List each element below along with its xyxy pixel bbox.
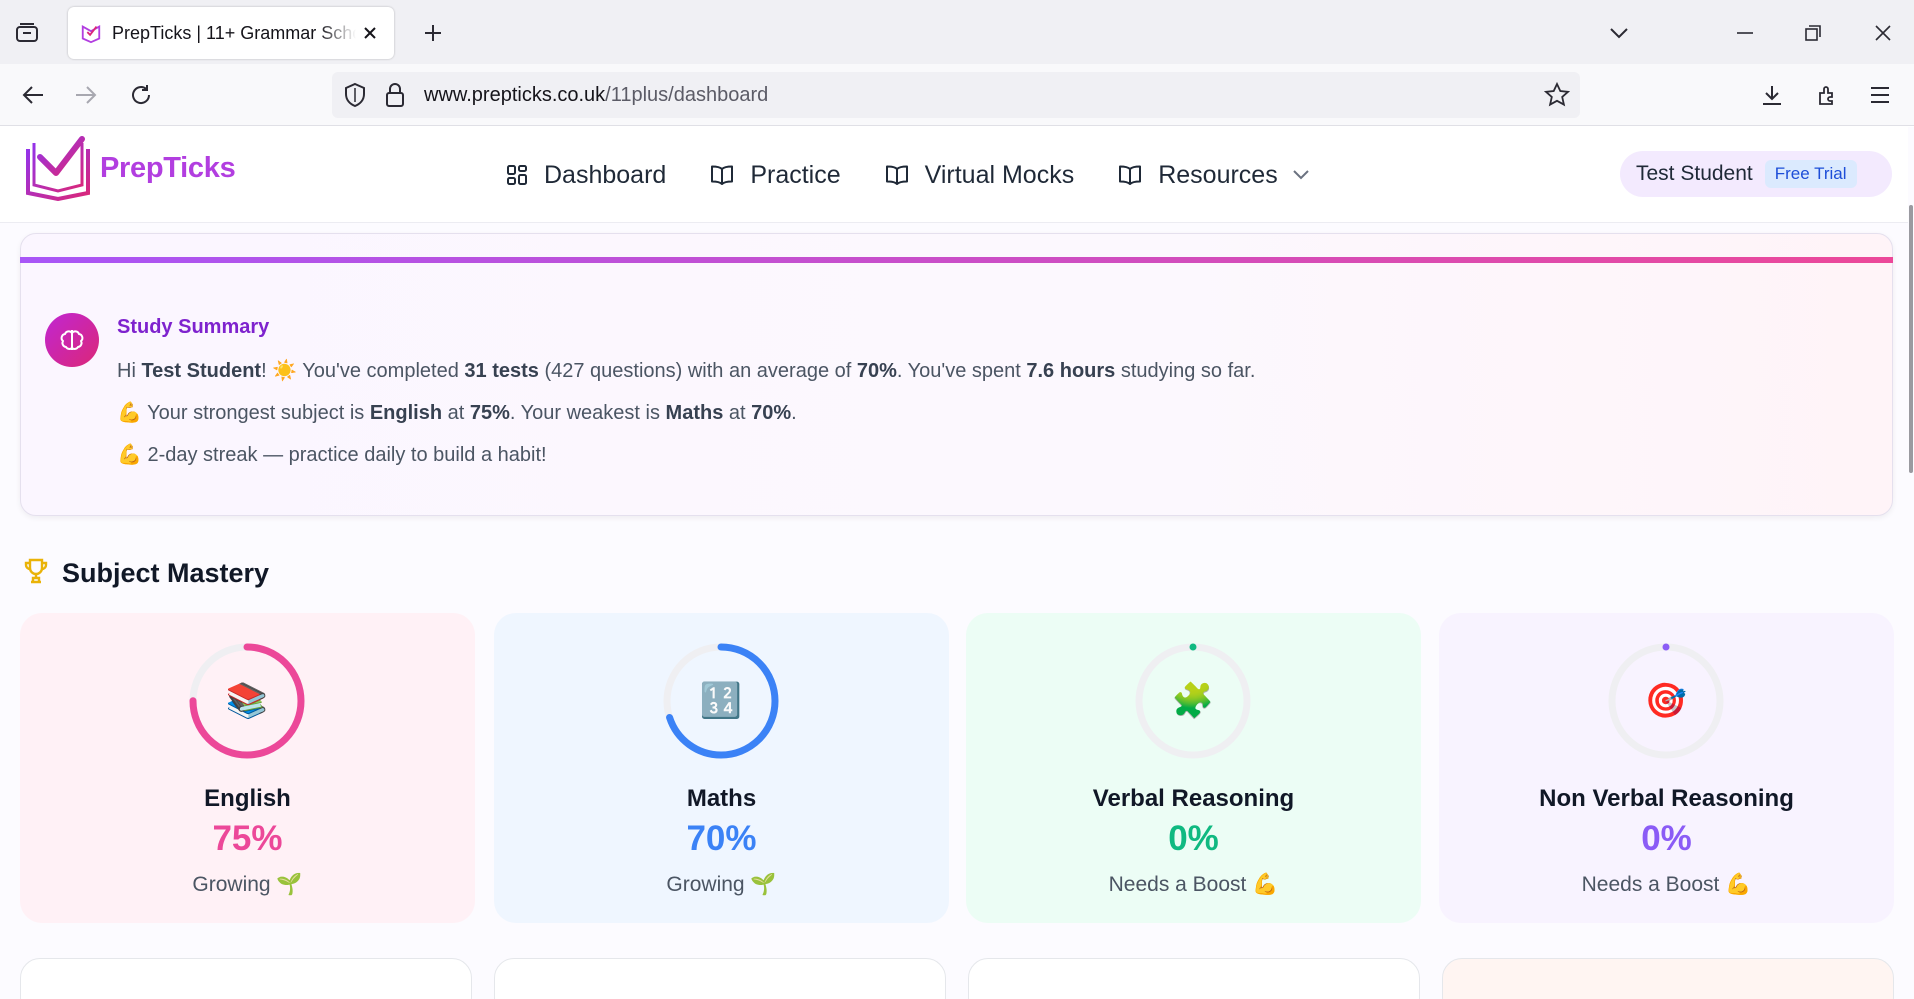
nav-practice-label: Practice [750,160,841,189]
lock-icon[interactable] [384,82,406,113]
nav-dashboard-label: Dashboard [544,160,667,189]
summary-line-3: 💪 2-day streak — practice daily to build… [117,444,547,466]
subject-percent: 0% [1168,819,1219,858]
extensions-icon[interactable] [1810,77,1846,113]
browser-tab-bar: PrepTicks | 11+ Grammar School [0,0,1914,64]
subject-icon: 🧩 [1171,681,1215,721]
progress-ring: 🧩 [1133,641,1253,761]
subject-icon: 🎯 [1644,681,1688,721]
nav-virtual-mocks[interactable]: Virtual Mocks [885,153,1075,197]
site-logo[interactable]: PrepTicks [24,135,236,201]
tracking-shield-icon[interactable] [342,82,368,113]
book-icon [710,164,734,186]
nav-resources-label: Resources [1158,160,1278,189]
url-text[interactable]: www.prepticks.co.uk/11plus/dashboard [424,84,768,107]
user-menu[interactable]: Test Student Free Trial [1620,151,1892,197]
free-trial-badge: Free Trial [1764,160,1857,188]
progress-ring: 🔢 [661,641,781,761]
browser-tab[interactable]: PrepTicks | 11+ Grammar School [68,7,394,59]
chevron-down-icon[interactable] [1602,16,1636,50]
brain-icon [45,313,99,367]
url-host: www.prepticks.co.uk [424,84,606,106]
bottom-card-3 [968,958,1420,999]
subject-status: Needs a Boost 💪 [1108,873,1279,896]
bottom-card-4 [1442,958,1894,999]
restore-icon[interactable] [1796,16,1830,50]
downloads-icon[interactable] [1754,77,1790,113]
bottom-card-1 [20,958,472,999]
subject-status: Needs a Boost 💪 [1581,873,1752,896]
progress-ring: 📚 [187,641,307,761]
summary-accent-bar [20,257,1893,263]
book-icon [1118,164,1142,186]
subject-percent: 0% [1641,819,1692,858]
trophy-icon [22,557,50,590]
summary-line-1: Hi Test Student! ☀️ You've completed 31 … [117,360,1256,382]
tab-list-icon[interactable] [10,16,44,50]
subject-status: Growing 🌱 [666,873,777,896]
chevron-down-icon[interactable] [1292,169,1310,181]
url-path: /11plus/dashboard [605,84,769,106]
logo-text: PrepTicks [100,151,236,184]
new-tab-icon[interactable] [418,18,448,48]
book-icon [885,164,909,186]
site-header: PrepTicks Dashboard Practice Virtual Moc… [0,127,1908,223]
close-window-icon[interactable] [1866,16,1900,50]
subject-mastery-heading: Subject Mastery [22,557,269,590]
subject-status: Growing 🌱 [192,873,303,896]
subject-name: English [204,785,291,812]
url-bar[interactable]: www.prepticks.co.uk/11plus/dashboard [332,72,1580,118]
subject-name: Verbal Reasoning [1092,785,1295,812]
nav-resources[interactable]: Resources [1118,153,1310,197]
tab-title: PrepTicks | 11+ Grammar School [112,22,356,43]
subject-name: Maths [686,785,757,812]
bookmark-star-icon[interactable] [1543,81,1571,113]
subject-icon: 📚 [225,681,269,721]
nav-practice[interactable]: Practice [710,153,841,197]
browser-nav-bar: www.prepticks.co.uk/11plus/dashboard [0,64,1914,126]
back-icon[interactable] [15,77,51,113]
nav-virtual-mocks-label: Virtual Mocks [924,160,1075,189]
subject-card-verbal-reasoning[interactable]: 🧩 Verbal Reasoning 0% Needs a Boost 💪 [966,613,1421,923]
subject-card-non-verbal-reasoning[interactable]: 🎯 Non Verbal Reasoning 0% Needs a Boost 💪 [1439,613,1894,923]
scrollbar-thumb[interactable] [1909,205,1913,473]
site-nav: Dashboard Practice Virtual Mocks Resourc… [506,153,1354,197]
menu-icon[interactable] [1862,77,1898,113]
page-scrollbar[interactable] [1908,127,1914,999]
subject-card-english[interactable]: 📚 English 75% Growing 🌱 [20,613,475,923]
close-tab-icon[interactable] [358,21,382,45]
grid-icon [506,164,528,186]
minimize-icon[interactable] [1728,16,1762,50]
subject-mastery-title: Subject Mastery [62,558,270,588]
summary-line-2: 💪 Your strongest subject is English at 7… [117,402,797,424]
bottom-card-2 [494,958,946,999]
subject-percent: 75% [212,819,283,858]
logo-icon [26,136,90,201]
subject-percent: 70% [686,819,757,858]
subject-card-maths[interactable]: 🔢 Maths 70% Growing 🌱 [494,613,949,923]
nav-dashboard[interactable]: Dashboard [506,153,666,197]
reload-icon[interactable] [123,77,159,113]
user-name: Test Student [1636,162,1753,185]
prepticks-favicon [81,25,101,44]
summary-title: Study Summary [117,316,270,338]
forward-icon[interactable] [68,77,104,113]
progress-ring: 🎯 [1606,641,1726,761]
subject-icon: 🔢 [699,681,743,721]
subject-name: Non Verbal Reasoning [1539,785,1794,812]
